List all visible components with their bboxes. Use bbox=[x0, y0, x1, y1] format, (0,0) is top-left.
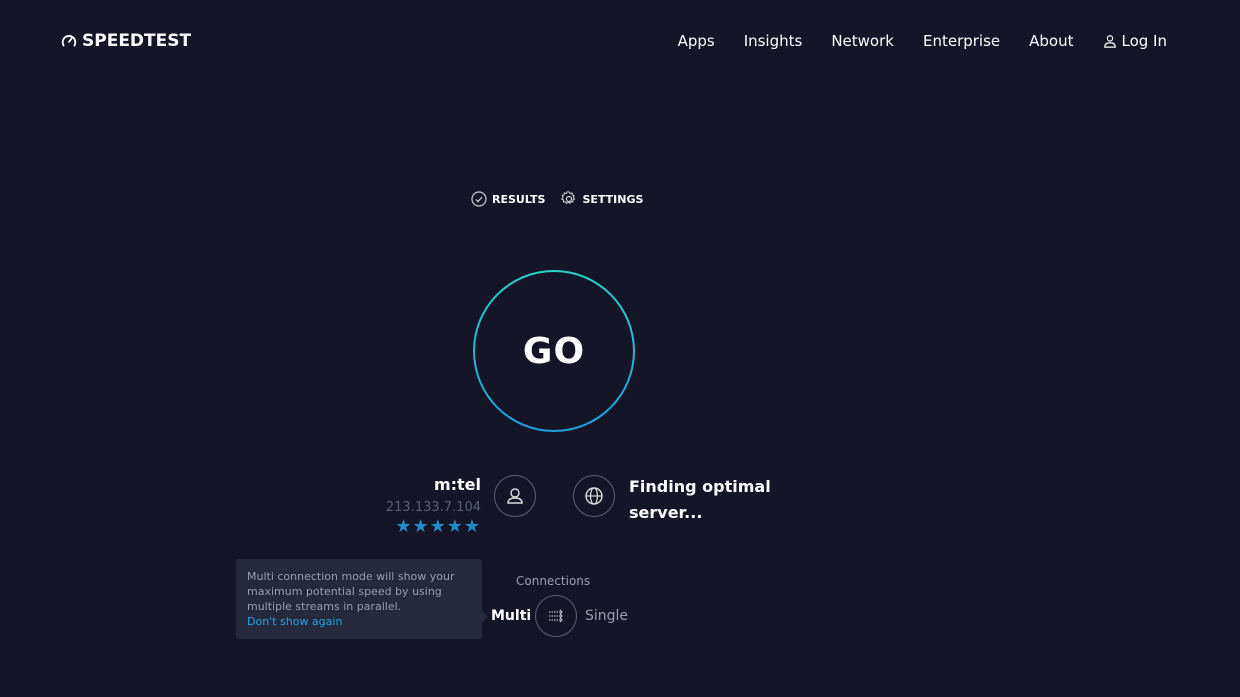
tab-results[interactable]: RESULTS bbox=[471, 191, 545, 207]
dont-show-again-link[interactable]: Don't show again bbox=[247, 614, 471, 629]
isp-ip: 213.133.7.104 bbox=[385, 500, 481, 515]
server-status-line2: server... bbox=[629, 503, 703, 522]
connections-toggle[interactable] bbox=[535, 595, 577, 637]
connection-single[interactable]: Single bbox=[585, 608, 628, 624]
isp-info: m:tel 213.133.7.104 ★★★★★ bbox=[386, 475, 481, 537]
connection-multi[interactable]: Multi bbox=[491, 608, 531, 624]
tab-settings[interactable]: SETTINGS bbox=[561, 191, 643, 207]
connections-label: Connections bbox=[516, 574, 591, 588]
server-status[interactable]: Finding optimal server... bbox=[629, 474, 771, 526]
user-icon bbox=[507, 488, 523, 504]
go-label: GO bbox=[522, 330, 586, 372]
user-circle-icon bbox=[494, 475, 536, 517]
speedtest-logo[interactable]: SPEEDTEST bbox=[60, 31, 191, 51]
multi-arrows-icon bbox=[549, 609, 563, 623]
logo-text: SPEEDTEST bbox=[82, 31, 192, 51]
multi-connection-tooltip: Multi connection mode will show your max… bbox=[236, 559, 488, 639]
tab-settings-label: SETTINGS bbox=[582, 192, 644, 206]
nav-insights[interactable]: Insights bbox=[744, 32, 803, 50]
globe-icon bbox=[585, 487, 603, 505]
result-tabs: RESULTS SETTINGS bbox=[471, 191, 643, 207]
check-circle-icon bbox=[471, 191, 487, 207]
globe-circle-icon bbox=[573, 475, 615, 517]
tooltip-text: Multi connection mode will show your max… bbox=[247, 570, 455, 613]
user-icon bbox=[1103, 35, 1116, 48]
main-nav: Apps Insights Network Enterprise About L… bbox=[678, 32, 1167, 50]
login-link[interactable]: Log In bbox=[1103, 32, 1168, 50]
gear-icon bbox=[561, 191, 576, 205]
server-status-line1: Finding optimal bbox=[629, 477, 771, 496]
nav-network[interactable]: Network bbox=[831, 32, 894, 50]
go-button[interactable]: GO bbox=[473, 270, 635, 432]
isp-name: m:tel bbox=[433, 475, 481, 494]
nav-enterprise[interactable]: Enterprise bbox=[923, 32, 1000, 50]
nav-about[interactable]: About bbox=[1029, 32, 1073, 50]
tab-results-label: RESULTS bbox=[492, 192, 546, 206]
login-label: Log In bbox=[1121, 32, 1168, 50]
speedometer-icon bbox=[61, 35, 77, 47]
isp-rating-stars[interactable]: ★★★★★ bbox=[386, 516, 481, 537]
nav-apps[interactable]: Apps bbox=[678, 32, 715, 50]
